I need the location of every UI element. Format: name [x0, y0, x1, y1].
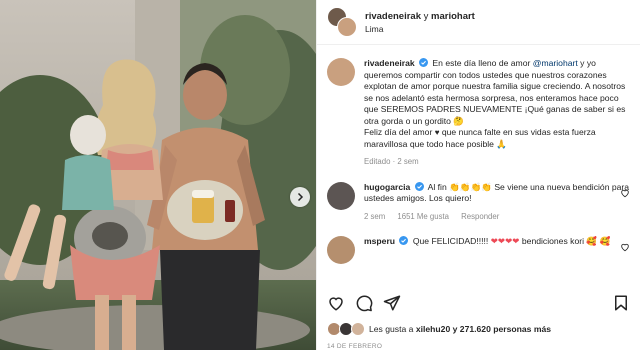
action-bar [327, 292, 630, 314]
comment-time: 2 sem [364, 211, 386, 221]
comment-icon[interactable] [355, 294, 373, 312]
liker-avatars[interactable] [327, 322, 365, 336]
instagram-post-view: rivadeneirak y mariohart Lima rivadeneir… [0, 0, 640, 350]
comment-text: Que FELICIDAD!!!!! [412, 236, 489, 246]
comment-item: hugogarcia Al fin 👏👏👏👏 Se viene una nuev… [317, 181, 640, 223]
post-header: rivadeneirak y mariohart Lima [317, 0, 640, 45]
avatar [351, 322, 365, 336]
mention-link[interactable]: @mariohart [533, 58, 578, 68]
comment-item: msperu Que FELICIDAD!!!!! ❤❤❤❤ bendicion… [317, 236, 640, 264]
verified-badge-icon [414, 181, 424, 191]
location-link[interactable]: Lima [365, 24, 475, 34]
verified-badge-icon [419, 58, 429, 67]
heart-icon[interactable] [620, 242, 630, 252]
comment-username[interactable]: hugogarcia [364, 182, 410, 192]
next-photo-button[interactable] [290, 187, 310, 207]
comments-section[interactable]: rivadeneirak En este día lleno de amor @… [317, 46, 640, 284]
avatar[interactable] [327, 236, 355, 264]
caption-text: En este día lleno de amor [432, 58, 531, 68]
joiner-text: y [423, 10, 429, 22]
collab-avatars[interactable] [327, 7, 357, 37]
caption: rivadeneirak En este día lleno de amor @… [317, 58, 640, 168]
post-photo[interactable] [0, 0, 316, 350]
heart-icon[interactable] [327, 294, 345, 312]
chevron-right-icon [297, 192, 304, 202]
heart-emoji-icon: ♥ [434, 128, 440, 137]
caption-meta: Editado · 2 sem [364, 157, 419, 166]
avatar[interactable] [337, 17, 357, 37]
comment-meta: 2 sem 1651 Me gusta Responder [364, 211, 630, 223]
username-link[interactable]: rivadeneirak [365, 11, 421, 22]
likes-text: Les gusta a [369, 324, 414, 334]
comment-text: bendiciones kori 🥰 🥰 [521, 236, 611, 246]
comment-username[interactable]: msperu [364, 236, 395, 246]
avatar[interactable] [327, 58, 355, 86]
collab-usernames: rivadeneirak y mariohart [365, 11, 475, 22]
avatar[interactable] [327, 181, 355, 210]
bookmark-icon[interactable] [612, 294, 630, 312]
caption-text: y yo queremos compartir con todos ustede… [364, 58, 626, 126]
post-side-panel: rivadeneirak y mariohart Lima rivadeneir… [316, 0, 640, 350]
post-date[interactable]: 14 DE FEBRERO [327, 343, 382, 350]
share-icon[interactable] [383, 294, 401, 312]
username-link[interactable]: mariohart [431, 11, 475, 22]
liker-username[interactable]: xilehu20 [416, 324, 450, 334]
red-hearts-icon: ❤❤❤❤ [490, 236, 520, 246]
caption-username[interactable]: rivadeneirak [364, 58, 415, 68]
reply-button[interactable]: Responder [461, 212, 499, 221]
likes-count[interactable]: y 271.620 personas más [453, 324, 551, 334]
photo-illustration [0, 0, 316, 350]
verified-badge-icon [399, 236, 409, 245]
likes-summary: Les gusta a xilehu20 y 271.620 personas … [327, 322, 551, 336]
caption-text: Feliz día del amor [364, 127, 433, 137]
heart-icon[interactable] [620, 188, 630, 198]
comment-likes[interactable]: 1651 Me gusta [397, 212, 449, 221]
